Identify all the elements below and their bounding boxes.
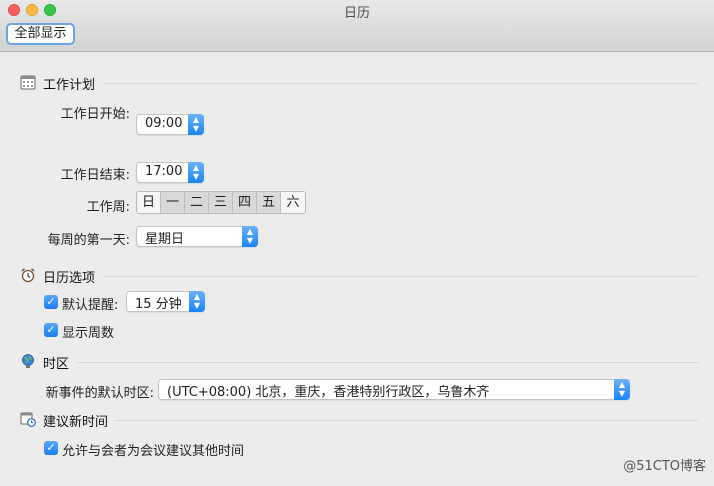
stepper-arrows-icon[interactable]: ▲ ▼ [188, 162, 204, 183]
weekday-sat[interactable]: 六 [281, 192, 305, 213]
workday-start-stepper[interactable]: 09:00 ▲ ▼ [136, 114, 204, 135]
default-time-zone-select[interactable]: (UTC+08:00) 北京，重庆，香港特别行政区，乌鲁木齐 ▲ ▼ [158, 379, 630, 400]
default-reminder-label: 默认提醒: [62, 298, 119, 313]
workday-end-label: 工作日结束: [60, 168, 130, 183]
weekday-tue[interactable]: 二 [185, 192, 209, 213]
chevron-updown-icon[interactable]: ▲ ▼ [189, 291, 205, 312]
first-day-value: 星期日 [145, 232, 185, 247]
stepper-arrows-icon[interactable]: ▲ ▼ [188, 114, 204, 135]
allow-propose-time-label: 允许与会者为会议建议其他时间 [62, 444, 245, 459]
chevron-updown-icon[interactable]: ▲ ▼ [614, 379, 630, 400]
calendar-icon [20, 75, 36, 90]
section-title: 建议新时间 [43, 415, 109, 430]
show-week-numbers-checkbox[interactable]: ✓ [44, 323, 58, 337]
title-bar: 日历 全部显示 [0, 0, 714, 52]
default-reminder-select[interactable]: 15 分钟 ▲ ▼ [126, 291, 205, 312]
default-time-zone-label: 新事件的默认时区: [45, 386, 154, 401]
weekday-mon[interactable]: 一 [161, 192, 185, 213]
section-divider [103, 83, 698, 84]
weekday-fri[interactable]: 五 [257, 192, 281, 213]
first-day-select[interactable]: 星期日 ▲ ▼ [136, 226, 258, 247]
default-reminder-value: 15 分钟 [135, 297, 182, 312]
workday-start-value: 09:00 [145, 116, 183, 131]
section-divider [78, 362, 698, 363]
weekday-thu[interactable]: 四 [233, 192, 257, 213]
section-divider [103, 276, 698, 277]
work-week-label: 工作周: [86, 200, 130, 215]
default-time-zone-value: (UTC+08:00) 北京，重庆，香港特别行政区，乌鲁木齐 [167, 385, 490, 400]
section-title: 工作计划 [43, 78, 96, 93]
show-week-numbers-label: 显示周数 [62, 326, 115, 341]
section-title: 时区 [43, 357, 70, 372]
globe-icon [22, 354, 34, 368]
default-reminder-checkbox[interactable]: ✓ [44, 295, 58, 309]
allow-propose-time-checkbox[interactable]: ✓ [44, 441, 58, 455]
workday-start-label: 工作日开始: [60, 107, 130, 122]
section-divider [114, 420, 698, 421]
workday-end-value: 17:00 [145, 164, 183, 179]
work-week-selector: 日 一 二 三 四 五 六 [136, 191, 306, 214]
show-all-button[interactable]: 全部显示 [6, 23, 75, 45]
watermark: @51CTO博客 [623, 459, 706, 474]
weekday-sun[interactable]: 日 [137, 192, 161, 213]
chevron-updown-icon[interactable]: ▲ ▼ [242, 226, 258, 247]
weekday-wed[interactable]: 三 [209, 192, 233, 213]
workday-end-stepper[interactable]: 17:00 ▲ ▼ [136, 162, 204, 183]
alarm-clock-icon [21, 268, 35, 283]
section-title: 日历选项 [43, 271, 96, 286]
calendar-clock-icon [20, 412, 36, 427]
window-title: 日历 [343, 6, 370, 21]
first-day-label: 每周的第一天: [47, 233, 130, 248]
